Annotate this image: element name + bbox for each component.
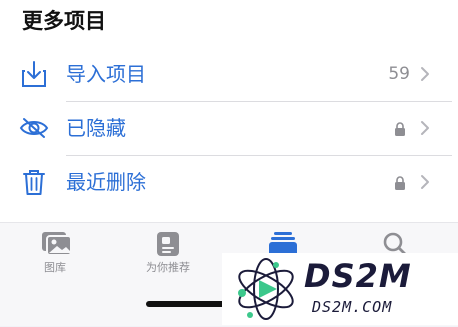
watermark-text: DS2M xyxy=(304,257,412,295)
watermark-logo-icon xyxy=(232,255,300,327)
imports-count: 59 xyxy=(388,64,410,84)
more-items-section: 更多项目 导入项目 59 已隐藏 最近删除 xyxy=(0,0,458,222)
import-icon xyxy=(19,59,49,89)
row-label-recently-deleted: 最近删除 xyxy=(66,170,146,194)
tab-label-library: 图库 xyxy=(44,261,66,274)
chevron-right-icon xyxy=(420,66,430,82)
hidden-eye-icon xyxy=(19,113,49,143)
row-recently-deleted[interactable]: 最近删除 xyxy=(0,155,458,209)
row-hidden[interactable]: 已隐藏 xyxy=(0,101,458,155)
trash-icon xyxy=(19,167,49,197)
row-label-imports: 导入项目 xyxy=(66,62,146,86)
row-label-hidden: 已隐藏 xyxy=(66,116,126,140)
chevron-right-icon xyxy=(420,120,430,136)
lock-icon xyxy=(394,121,406,136)
chevron-right-icon xyxy=(420,174,430,190)
for-you-icon xyxy=(154,231,182,257)
tab-label-for-you: 为你推荐 xyxy=(146,261,190,274)
tab-for-you[interactable]: 为你推荐 xyxy=(123,231,213,275)
watermark: DS2M DS2M.COM xyxy=(222,253,458,325)
watermark-subtext: DS2M.COM xyxy=(312,298,393,316)
section-title: 更多项目 xyxy=(22,9,106,33)
library-icon xyxy=(41,231,72,257)
tab-library[interactable]: 图库 xyxy=(10,231,100,275)
lock-icon xyxy=(394,175,406,190)
row-imports[interactable]: 导入项目 59 xyxy=(0,47,458,101)
